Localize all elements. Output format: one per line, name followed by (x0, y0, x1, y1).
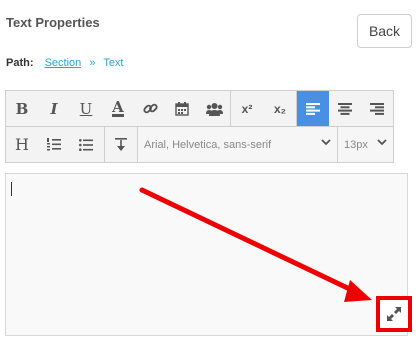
annotation-arrow (139, 187, 372, 302)
expand-button[interactable] (376, 296, 412, 332)
expand-icon (387, 307, 401, 321)
